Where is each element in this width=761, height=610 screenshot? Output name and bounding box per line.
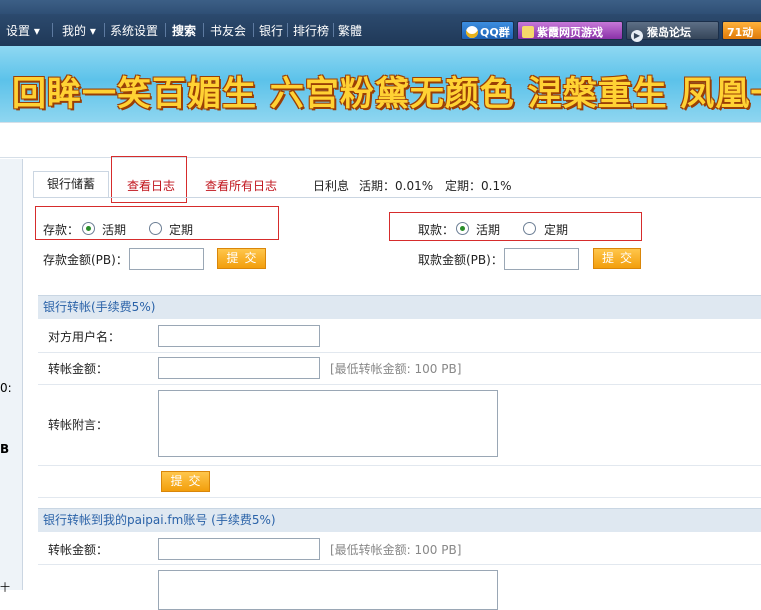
nav-separator (165, 23, 166, 37)
nav-separator (253, 23, 254, 37)
paipai-min-hint: [最低转帐金额: 100 PB] (330, 543, 462, 557)
nav-separator (333, 23, 334, 37)
tab-savings[interactable]: 银行储蓄 (33, 171, 109, 197)
interest-label: 日利息 (313, 179, 350, 193)
withdraw-current-radio[interactable] (456, 222, 469, 235)
nav-item-traditional[interactable]: 繁體 (338, 22, 362, 39)
site-banner: 回眸一笑百媚生 六宫粉黛无颜色 涅槃重生 凤凰一诀 (0, 46, 761, 122)
left-pane-fragment: 0: (0, 381, 12, 395)
interest-current-rate: 活期：0.01% (359, 179, 434, 193)
paipai-amount-label: 转帐金额： (48, 543, 109, 557)
deposit-amount-input[interactable] (129, 248, 204, 270)
withdraw-amount-input[interactable] (504, 248, 579, 270)
withdraw-submit-button[interactable]: 提交 (593, 248, 641, 269)
tab-divider (33, 197, 761, 198)
transfer-section-heading: 银行转帐(手续费5%) (38, 295, 761, 319)
game-label: 紫霞网页游戏 (537, 26, 603, 39)
deposit-amount-label: 存款金额(PB)： (43, 253, 128, 267)
deposit-fixed-radio[interactable] (149, 222, 162, 235)
anime-button[interactable]: 71动 (722, 21, 761, 40)
left-pane-fragment: B (0, 442, 10, 456)
transfer-submit-button[interactable]: 提交 (161, 471, 210, 492)
transfer-amount-label: 转帐金额： (48, 362, 109, 376)
top-strip (0, 0, 761, 14)
nav-item-bank[interactable]: 银行 (259, 22, 283, 39)
game-button[interactable]: 紫霞网页游戏 (517, 21, 623, 40)
nav-item-settings[interactable]: 设置 ▾ (6, 22, 40, 39)
recipient-input[interactable] (158, 325, 320, 347)
row-divider (38, 497, 761, 498)
paipai-note-textarea[interactable] (158, 570, 498, 610)
deposit-label: 存款： (43, 223, 80, 237)
nav-item-search[interactable]: 搜索 (172, 22, 196, 39)
row-divider (38, 564, 761, 565)
interest-fixed-rate: 定期：0.1% (445, 179, 512, 193)
deposit-current-label: 活期 (102, 223, 127, 237)
tab-view-all-logs[interactable]: 查看所有日志 (205, 177, 277, 194)
transfer-note-label: 转帐附言： (48, 418, 109, 432)
qq-group-button[interactable]: QQ群 (461, 21, 514, 40)
nav-item-book-club[interactable]: 书友会 (210, 22, 246, 39)
bank-panel: 银行储蓄 查看日志 查看所有日志 日利息 活期：0.01% 定期：0.1% 存款… (23, 156, 761, 610)
nav-separator (52, 23, 53, 37)
game-icon (522, 26, 534, 38)
withdraw-amount-label: 取款金额(PB)： (418, 253, 503, 267)
paipai-amount-input[interactable] (158, 538, 320, 560)
info-strip (0, 122, 761, 158)
row-divider (38, 384, 761, 385)
tab-view-log[interactable]: 查看日志 (127, 177, 175, 194)
nav-item-ranking[interactable]: 排行榜 (293, 22, 329, 39)
qq-icon (466, 26, 478, 38)
nav-item-system-settings[interactable]: 系统设置 (110, 22, 158, 39)
withdraw-current-label: 活期 (476, 223, 501, 237)
withdraw-fixed-radio[interactable] (523, 222, 536, 235)
transfer-min-hint: [最低转帐金额: 100 PB] (330, 362, 462, 376)
withdraw-fixed-label: 定期 (544, 223, 569, 237)
transfer-note-textarea[interactable] (158, 390, 498, 457)
transfer-amount-input[interactable] (158, 357, 320, 379)
deposit-submit-button[interactable]: 提交 (217, 248, 266, 269)
forum-label: 猴岛论坛 (647, 26, 691, 39)
left-pane-fragment: 十 (0, 583, 10, 594)
banner-slogan: 回眸一笑百媚生 六宫粉黛无颜色 涅槃重生 凤凰一诀 (12, 74, 761, 114)
nav-separator (104, 23, 105, 37)
recipient-label: 对方用户名： (48, 330, 121, 344)
row-divider (38, 465, 761, 466)
deposit-current-radio[interactable] (82, 222, 95, 235)
deposit-fixed-label: 定期 (169, 223, 194, 237)
paipai-transfer-section-heading: 银行转帐到我的paipai.fm账号 (手续费5%) (38, 508, 761, 532)
forum-button[interactable]: ▶ 猴岛论坛 (626, 21, 719, 42)
nav-item-my[interactable]: 我的 ▾ (62, 22, 96, 39)
nav-separator (203, 23, 204, 37)
qq-group-label: QQ群 (480, 26, 510, 39)
left-pane: 0: B 十 (0, 159, 23, 594)
anime-label: 71动 (727, 26, 754, 39)
row-divider (38, 352, 761, 353)
top-nav-bar: 设置 ▾ 我的 ▾ 系统设置 搜索 书友会 银行 排行榜 繁體 QQ群 紫霞网页… (0, 14, 761, 46)
forum-icon: ▶ (631, 30, 643, 42)
withdraw-label: 取款： (418, 223, 455, 237)
nav-separator (287, 23, 288, 37)
